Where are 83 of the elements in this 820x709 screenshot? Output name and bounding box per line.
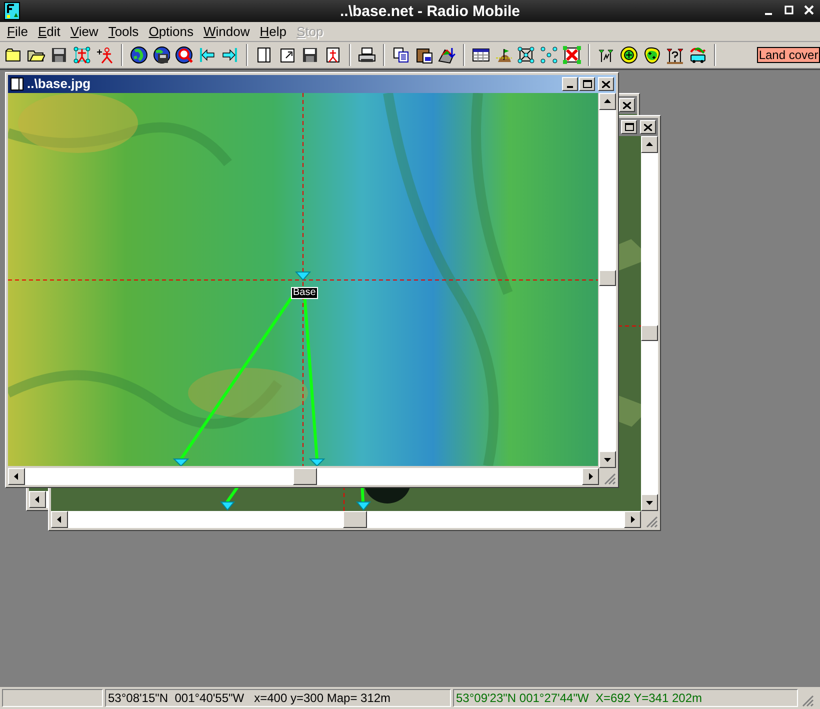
unit-marker-icon xyxy=(294,272,312,281)
scroll-left-button[interactable] xyxy=(51,511,68,528)
menu-item[interactable]: Window xyxy=(198,22,255,40)
delete-network-icon[interactable] xyxy=(563,46,582,64)
menu-item[interactable]: Edit xyxy=(32,22,66,40)
scrollbar-thumb[interactable] xyxy=(599,270,616,286)
copy-icon[interactable] xyxy=(392,46,410,64)
scroll-up-button[interactable] xyxy=(641,136,658,153)
scrollbar-thumb[interactable] xyxy=(343,511,367,528)
scroll-right-button[interactable] xyxy=(582,468,599,485)
scroll-left-button[interactable] xyxy=(29,491,46,508)
table-icon[interactable] xyxy=(472,46,490,64)
left-arrow-icon xyxy=(34,496,41,503)
document-icon xyxy=(10,77,24,91)
down-arrow-icon xyxy=(604,456,611,463)
maximize-button[interactable] xyxy=(621,120,637,134)
resize-grip-icon[interactable] xyxy=(604,473,616,485)
right-arrow-icon xyxy=(629,516,636,523)
up-arrow-icon xyxy=(646,141,653,148)
coverage-circle-icon[interactable] xyxy=(620,46,638,64)
close-icon xyxy=(644,124,652,130)
unit-label: Base xyxy=(291,287,318,299)
maximize-button[interactable] xyxy=(579,77,595,91)
save-icon[interactable] xyxy=(50,46,68,64)
horizontal-scrollbar[interactable] xyxy=(51,511,641,528)
window-title: ..\base.net - Radio Mobile xyxy=(340,2,520,22)
land-cover-button[interactable]: Land cover xyxy=(756,47,820,63)
menu-item[interactable]: Options xyxy=(144,22,199,40)
unit-marker-icon xyxy=(308,458,326,466)
network-square-icon[interactable] xyxy=(517,46,536,64)
vertical-scrollbar[interactable] xyxy=(599,93,616,468)
close-icon xyxy=(623,102,631,108)
page-export-icon[interactable] xyxy=(278,46,296,64)
right-arrow-icon xyxy=(587,473,594,480)
add-unit-icon[interactable] xyxy=(96,46,114,64)
scroll-left-button[interactable] xyxy=(8,468,25,485)
menu-item[interactable]: View xyxy=(65,22,104,40)
paste-icon[interactable] xyxy=(414,46,433,64)
app-icon xyxy=(4,2,20,20)
scroll-right-button[interactable] xyxy=(624,511,641,528)
globe-search-icon[interactable] xyxy=(175,46,194,64)
close-button[interactable] xyxy=(619,98,635,112)
network-icon[interactable] xyxy=(72,46,91,64)
minimize-button[interactable] xyxy=(562,77,578,91)
down-arrow-icon xyxy=(646,499,653,506)
arrow-left-icon[interactable] xyxy=(198,46,216,64)
arrow-right-icon[interactable] xyxy=(221,46,240,64)
document-title: ..\base.jpg xyxy=(27,75,91,94)
close-button[interactable] xyxy=(640,120,656,134)
menu-item[interactable]: Tools xyxy=(103,22,144,40)
resize-grip-icon[interactable] xyxy=(646,516,658,528)
left-arrow-icon xyxy=(56,516,63,523)
close-button[interactable] xyxy=(598,77,614,91)
vehicle-icon[interactable] xyxy=(688,46,707,64)
scrollbar-thumb[interactable] xyxy=(293,468,317,485)
scroll-down-button[interactable] xyxy=(599,451,616,468)
antenna-question-icon[interactable] xyxy=(666,46,684,64)
maximize-icon[interactable] xyxy=(784,4,794,16)
map-arrow-icon[interactable] xyxy=(438,46,456,64)
dots-icon[interactable] xyxy=(540,46,558,64)
left-arrow-icon xyxy=(13,473,20,480)
close-icon xyxy=(602,80,610,88)
scroll-up-button[interactable] xyxy=(599,93,616,110)
coverage-area-icon[interactable] xyxy=(643,46,661,64)
status-text: 53°08'15"N 001°40'55"W x=400 y=300 Map= 312m xyxy=(105,689,451,707)
resize-grip-icon[interactable] xyxy=(800,693,814,707)
globe-disk-icon[interactable] xyxy=(152,46,170,64)
scroll-down-button[interactable] xyxy=(641,494,658,511)
printer-icon[interactable] xyxy=(358,46,376,64)
menu-item[interactable]: Help xyxy=(254,22,292,40)
page-figure-icon[interactable] xyxy=(324,46,342,64)
new-folder-icon[interactable] xyxy=(4,46,22,64)
page-icon[interactable] xyxy=(255,46,274,64)
up-arrow-icon xyxy=(604,98,611,105)
unit-marker-icon xyxy=(172,458,190,466)
close-icon[interactable] xyxy=(804,4,814,16)
vertical-scrollbar[interactable] xyxy=(641,136,658,511)
horizontal-scrollbar[interactable] xyxy=(8,468,599,485)
globe-icon[interactable] xyxy=(130,46,148,64)
scrollbar-thumb[interactable] xyxy=(641,325,658,341)
terrain-figure-icon[interactable] xyxy=(494,46,512,64)
menu-item[interactable]: File xyxy=(2,22,33,40)
status-text: 53°09'23"N 001°27'44"W X=692 Y=341 202m xyxy=(453,689,798,707)
